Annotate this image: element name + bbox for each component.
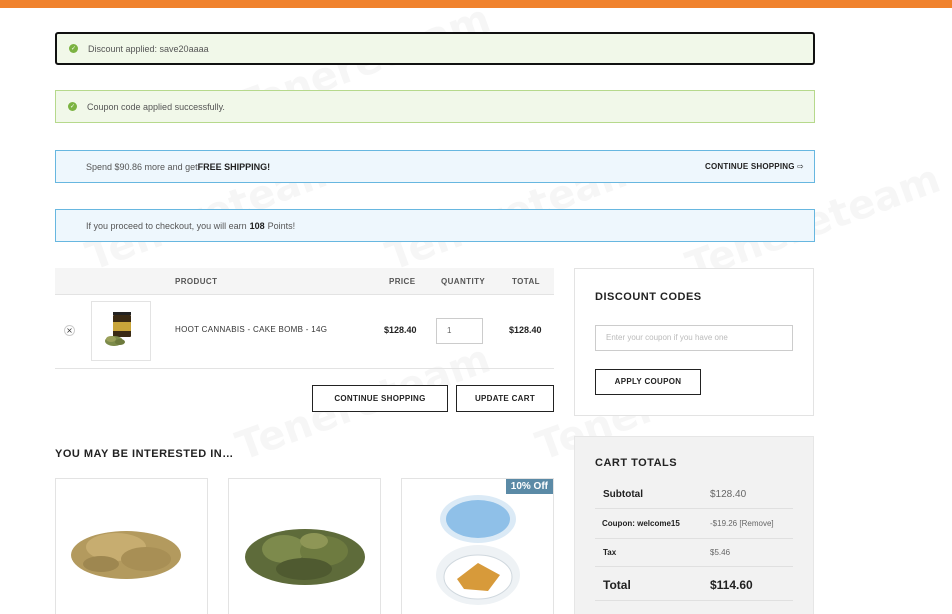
- product-card[interactable]: [55, 478, 208, 614]
- header-price: PRICE: [389, 277, 416, 286]
- cart-totals-title: CART TOTALS: [595, 457, 678, 469]
- continue-shopping-link[interactable]: CONTINUE SHOPPING ⇨: [705, 162, 804, 171]
- product-card[interactable]: 10% Off: [401, 478, 554, 614]
- coupon-label: Coupon: welcome15: [602, 519, 680, 528]
- discount-codes-panel: DISCOUNT CODES Enter your coupon if you …: [574, 268, 814, 416]
- header-quantity: QUANTITY: [441, 277, 486, 286]
- update-cart-button[interactable]: UPDATE CART: [456, 385, 554, 412]
- coupon-value: -$19.26 [Remove]: [710, 519, 774, 528]
- product-thumbnail[interactable]: [91, 301, 151, 361]
- coupon-row: Coupon: welcome15 -$19.26 [Remove]: [595, 509, 793, 539]
- tax-row: Tax $5.46: [595, 539, 793, 567]
- product-image: [71, 531, 181, 579]
- discount-applied-notice: ✓ Discount applied: save20aaaa: [55, 32, 815, 65]
- subtotal-label: Subtotal: [603, 489, 643, 500]
- product-name-link[interactable]: HOOT CANNABIS - CAKE BOMB - 14G: [175, 325, 327, 334]
- check-icon: ✓: [68, 102, 77, 111]
- points-text-prefix: If you proceed to checkout, you will ear…: [86, 220, 247, 231]
- sale-badge: 10% Off: [505, 479, 553, 494]
- remove-coupon-link[interactable]: [Remove]: [739, 519, 773, 528]
- top-accent-bar: [0, 0, 952, 8]
- shipping-bold-text: FREE SHIPPING!: [197, 161, 271, 172]
- discount-codes-title: DISCOUNT CODES: [595, 291, 702, 303]
- product-subtotal: $128.40: [509, 325, 542, 335]
- cart-table-header: PRODUCT PRICE QUANTITY TOTAL: [55, 268, 554, 295]
- points-text-suffix: Points!: [267, 220, 296, 231]
- continue-shopping-button[interactable]: CONTINUE SHOPPING: [312, 385, 448, 412]
- coupon-input[interactable]: Enter your coupon if you have one: [595, 325, 793, 351]
- quantity-input[interactable]: 1: [436, 318, 483, 344]
- tax-value: $5.46: [710, 548, 731, 557]
- total-value: $114.60: [710, 578, 753, 592]
- shipping-text: Spend $90.86 more and get: [86, 161, 198, 172]
- remove-item-button[interactable]: ×: [64, 325, 75, 336]
- coupon-applied-notice: ✓ Coupon code applied successfully.: [55, 90, 815, 123]
- interested-section-title: YOU MAY BE INTERESTED IN…: [55, 448, 234, 460]
- tax-label: Tax: [603, 548, 617, 557]
- arrow-right-icon: ⇨: [797, 162, 804, 171]
- total-row: Total $114.60: [595, 567, 793, 601]
- subtotal-value: $128.40: [710, 489, 747, 500]
- discount-applied-text: Discount applied: save20aaaa: [88, 43, 209, 54]
- coupon-applied-text: Coupon code applied successfully.: [87, 101, 225, 112]
- free-shipping-notice: Spend $90.86 more and get FREE SHIPPING!…: [55, 150, 815, 183]
- points-value: 108: [249, 220, 265, 231]
- apply-coupon-button[interactable]: APPLY COUPON: [595, 369, 701, 395]
- product-card[interactable]: [228, 478, 381, 614]
- subtotal-row: Subtotal $128.40: [595, 479, 793, 509]
- product-image: [245, 529, 365, 585]
- header-product: PRODUCT: [175, 277, 218, 286]
- points-notice: If you proceed to checkout, you will ear…: [55, 209, 815, 242]
- header-total: TOTAL: [512, 277, 540, 286]
- total-label: Total: [603, 578, 631, 592]
- product-price: $128.40: [384, 325, 417, 335]
- product-image: [436, 495, 520, 605]
- cart-totals-panel: CART TOTALS Subtotal $128.40 Coupon: wel…: [574, 436, 814, 614]
- check-icon: ✓: [69, 44, 78, 53]
